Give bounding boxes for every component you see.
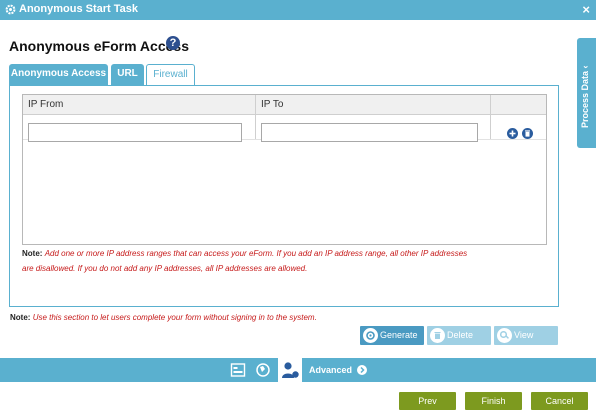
- column-header-ip-from: IP From: [28, 99, 64, 110]
- view-label: View: [514, 330, 534, 340]
- firewall-note: Note: Add one or more IP address ranges …: [22, 246, 552, 276]
- ip-range-grid: IP From IP To: [22, 94, 547, 245]
- process-data-label: Process Data ‹: [580, 65, 590, 128]
- tab-anonymous-access[interactable]: Anonymous Access: [9, 64, 108, 85]
- title-bar: Anonymous Start Task ×: [0, 0, 596, 20]
- gear-icon: [5, 4, 16, 15]
- ip-from-input[interactable]: [28, 123, 242, 142]
- grid-header: IP From IP To: [23, 95, 546, 115]
- view-button[interactable]: View: [494, 326, 558, 345]
- magnifier-icon: [497, 328, 512, 343]
- column-divider: [490, 95, 491, 139]
- gear-icon: [363, 328, 378, 343]
- page-title: Anonymous eForm Access: [9, 38, 189, 54]
- delete-button[interactable]: Delete: [427, 326, 491, 345]
- column-header-ip-to: IP To: [261, 99, 284, 110]
- delete-label: Delete: [447, 330, 474, 340]
- firewall-panel: IP From IP To Note: Add one or more IP a…: [9, 85, 559, 307]
- advanced-label[interactable]: Advanced: [309, 365, 352, 375]
- form-icon[interactable]: [230, 362, 246, 378]
- column-divider: [255, 95, 256, 139]
- close-icon[interactable]: ×: [582, 2, 590, 17]
- add-row-icon[interactable]: [507, 128, 518, 139]
- ip-to-input[interactable]: [261, 123, 478, 142]
- section-note: Note: Use this section to let users comp…: [10, 310, 390, 325]
- finish-button[interactable]: Finish: [465, 392, 522, 410]
- window-title: Anonymous Start Task: [19, 3, 138, 15]
- prev-button[interactable]: Prev: [399, 392, 456, 410]
- help-icon[interactable]: ?: [166, 36, 180, 50]
- trash-icon: [430, 328, 445, 343]
- globe-icon[interactable]: [255, 362, 271, 378]
- generate-button[interactable]: Generate: [360, 326, 424, 345]
- anonymous-user-icon[interactable]: [278, 358, 302, 382]
- tab-url[interactable]: URL: [111, 64, 144, 85]
- note-text: are disallowed. If you do not add any IP…: [22, 264, 308, 273]
- tab-firewall[interactable]: Firewall: [146, 64, 195, 85]
- note-label: Note:: [10, 313, 31, 322]
- bottom-toolbar: Advanced: [0, 358, 596, 382]
- note-text: Add one or more IP address ranges that c…: [44, 249, 468, 258]
- cancel-button[interactable]: Cancel: [531, 392, 588, 410]
- delete-row-icon[interactable]: [522, 128, 533, 139]
- generate-label: Generate: [380, 330, 418, 340]
- note-text: Use this section to let users complete y…: [32, 313, 317, 322]
- process-data-tab[interactable]: Process Data ‹: [577, 38, 596, 148]
- note-label: Note:: [22, 249, 43, 258]
- chevron-right-icon[interactable]: [357, 365, 367, 375]
